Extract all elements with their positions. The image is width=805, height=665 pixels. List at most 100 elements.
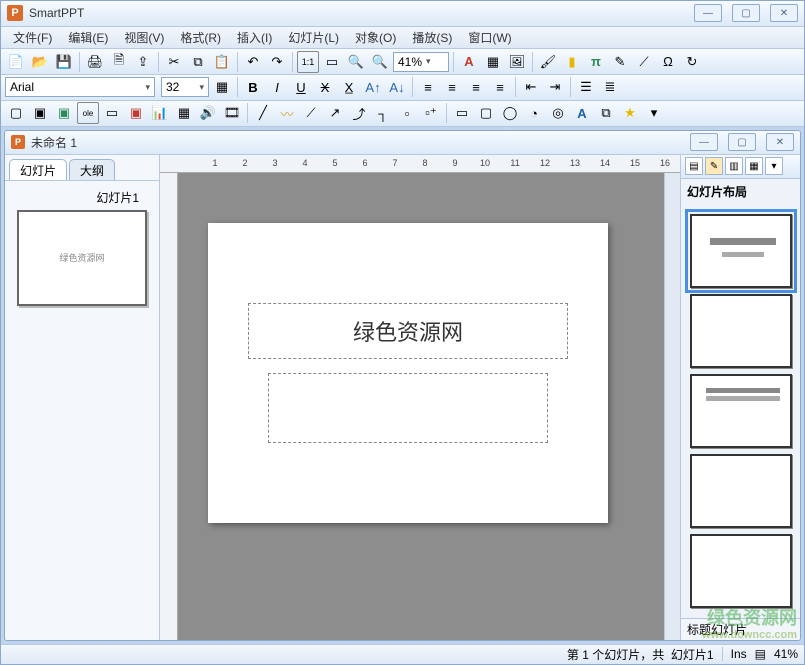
omega-icon[interactable]: Ω (657, 51, 679, 73)
send-back-icon[interactable]: ⧉ (595, 102, 617, 124)
frame3-icon[interactable]: ▣ (53, 102, 75, 124)
format-painter-icon[interactable]: 🖌 (537, 51, 559, 73)
slide-canvas[interactable]: 绿色资源网 (178, 173, 664, 640)
menu-format[interactable]: 格式(R) (174, 27, 227, 48)
line-icon[interactable]: ╱ (252, 102, 274, 124)
rp-tab-2-icon[interactable]: ✎ (705, 157, 723, 175)
doc-minimize-button[interactable]: — (690, 133, 718, 151)
undo-icon[interactable]: ↶ (242, 51, 264, 73)
menu-window[interactable]: 窗口(W) (462, 27, 517, 48)
italic-icon[interactable]: I (266, 76, 288, 98)
rp-tab-1-icon[interactable]: ▤ (685, 157, 703, 175)
eyedropper-icon[interactable]: ⟋ (633, 51, 655, 73)
doc-maximize-button[interactable]: ▢ (728, 133, 756, 151)
layout-title-slide[interactable] (690, 214, 792, 288)
underline-icon[interactable]: U (290, 76, 312, 98)
tab-slides[interactable]: 幻灯片 (9, 159, 67, 180)
doc-close-button[interactable]: ✕ (766, 133, 794, 151)
frame2-icon[interactable]: ▣ (29, 102, 51, 124)
rp-tab-4-icon[interactable]: ▦ (745, 157, 763, 175)
ole-icon[interactable]: ole (77, 102, 99, 124)
menu-edit[interactable]: 编辑(E) (62, 27, 114, 48)
status-view-icon[interactable]: ▤ (755, 647, 766, 661)
title-placeholder[interactable]: 绿色资源网 (248, 303, 568, 359)
strike-icon[interactable]: X (314, 76, 336, 98)
export-icon[interactable]: ⇪ (132, 51, 154, 73)
superscript-icon[interactable]: A↑ (362, 76, 384, 98)
list-ul-icon[interactable]: ☰ (575, 76, 597, 98)
zoom-actual-icon[interactable]: 1:1 (297, 51, 319, 73)
text-a-icon[interactable]: A (571, 102, 593, 124)
font-combo[interactable]: Arial▾ (5, 77, 155, 97)
maximize-button[interactable]: ▢ (732, 4, 760, 22)
textbox-icon[interactable]: A (458, 51, 480, 73)
rounded-rect-icon[interactable]: ▢ (475, 102, 497, 124)
layout-empty-frame[interactable] (690, 454, 792, 528)
ellipse-icon[interactable]: ◯ (499, 102, 521, 124)
align-left-icon[interactable]: ≡ (417, 76, 439, 98)
frame-dash-icon[interactable]: ▭ (101, 102, 123, 124)
tab-outline[interactable]: 大纲 (69, 159, 115, 180)
pencil-icon[interactable]: ✎ (609, 51, 631, 73)
more-icon[interactable]: ▾ (643, 102, 665, 124)
text-frame-icon[interactable]: ▣ (125, 102, 147, 124)
layout-5[interactable] (690, 534, 792, 608)
video-icon[interactable]: 🎞 (221, 102, 243, 124)
insert-table-icon[interactable]: ▦ (482, 51, 504, 73)
paste-icon[interactable]: 📋 (211, 51, 233, 73)
sync-icon[interactable]: ↻ (681, 51, 703, 73)
align-right-icon[interactable]: ≡ (465, 76, 487, 98)
textcolor-icon[interactable]: X̲ (338, 76, 360, 98)
zoom-out-icon[interactable]: 🔍 (369, 51, 391, 73)
bold-icon[interactable]: B (242, 76, 264, 98)
layout-blank[interactable] (690, 294, 792, 368)
pi-icon[interactable]: π (585, 51, 607, 73)
align-center-icon[interactable]: ≡ (441, 76, 463, 98)
preview-icon[interactable]: 🗎 (108, 51, 130, 73)
zoom-in-icon[interactable]: 🔍 (345, 51, 367, 73)
zoom-fit-icon[interactable]: ▭ (321, 51, 343, 73)
save-icon[interactable]: 💾 (53, 51, 75, 73)
slide[interactable]: 绿色资源网 (208, 223, 608, 523)
fontsize-combo[interactable]: 32▾ (161, 77, 209, 97)
minimize-button[interactable]: — (694, 4, 722, 22)
ring-icon[interactable]: ◎ (547, 102, 569, 124)
insert-image-icon[interactable]: 🖼 (506, 51, 528, 73)
align-justify-icon[interactable]: ≡ (489, 76, 511, 98)
subtitle-placeholder[interactable] (268, 373, 548, 443)
slide-thumbnail-1[interactable]: 绿色资源网 (17, 210, 147, 306)
indent-dec-icon[interactable]: ⇤ (520, 76, 542, 98)
open-icon[interactable]: 📂 (29, 51, 51, 73)
redo-icon[interactable]: ↷ (266, 51, 288, 73)
new-icon[interactable]: 📄 (5, 51, 27, 73)
chart-icon[interactable]: 📊 (149, 102, 171, 124)
curve-icon[interactable]: 〰 (276, 102, 298, 124)
menu-view[interactable]: 视图(V) (118, 27, 170, 48)
vertical-scrollbar[interactable] (664, 173, 680, 640)
star-icon[interactable]: ★ (619, 102, 641, 124)
copy-icon[interactable]: ⧉ (187, 51, 209, 73)
pie-icon[interactable]: ◔ (523, 102, 545, 124)
menu-insert[interactable]: 插入(I) (231, 27, 278, 48)
rp-tab-5-icon[interactable]: ▾ (765, 157, 783, 175)
zoom-combo[interactable]: 41%▾ (393, 52, 449, 72)
connector-icon[interactable]: ⤴ (348, 102, 370, 124)
menu-object[interactable]: 对象(O) (349, 27, 402, 48)
list-ol-icon[interactable]: ≣ (599, 76, 621, 98)
menu-play[interactable]: 播放(S) (406, 27, 458, 48)
polyline-icon[interactable]: ⟋ (300, 102, 322, 124)
rect-icon[interactable]: ▭ (451, 102, 473, 124)
node-add-icon[interactable]: ▫⁺ (420, 102, 442, 124)
audio-icon[interactable]: 🔊 (197, 102, 219, 124)
frame-photo-icon[interactable]: ▦ (173, 102, 195, 124)
menu-slide[interactable]: 幻灯片(L) (282, 27, 345, 48)
print-icon[interactable]: 🖨 (84, 51, 106, 73)
close-button[interactable]: ✕ (770, 4, 798, 22)
layout-title-content[interactable] (690, 374, 792, 448)
menu-file[interactable]: 文件(F) (7, 27, 58, 48)
frame1-icon[interactable]: ▢ (5, 102, 27, 124)
highlight-icon[interactable]: ▮ (561, 51, 583, 73)
arrow-icon[interactable]: ↗ (324, 102, 346, 124)
elbow-icon[interactable]: ┐ (372, 102, 394, 124)
cut-icon[interactable]: ✂ (163, 51, 185, 73)
